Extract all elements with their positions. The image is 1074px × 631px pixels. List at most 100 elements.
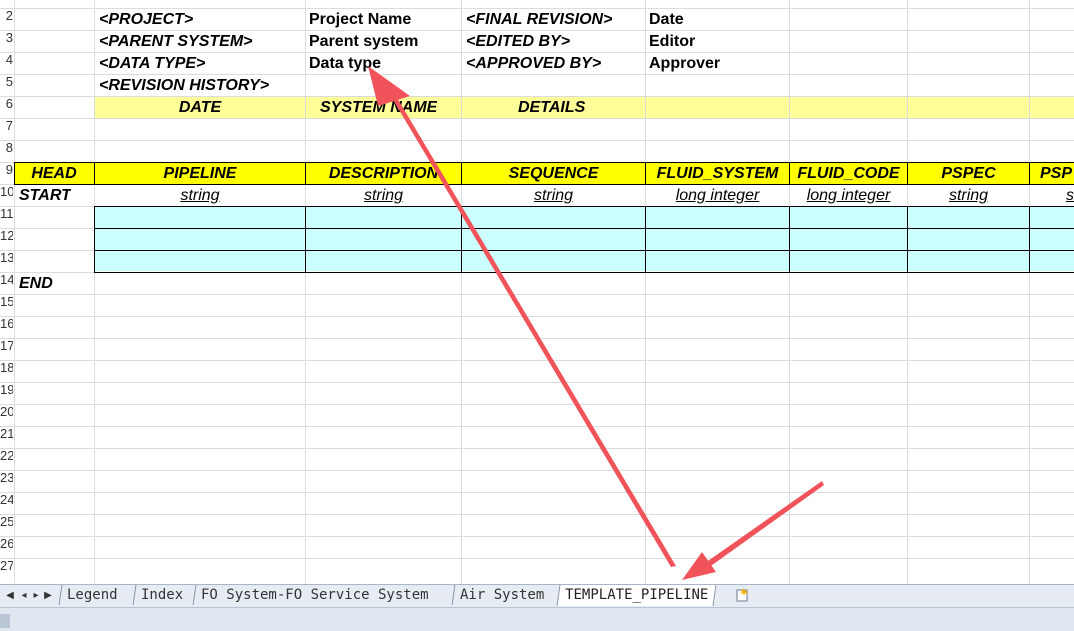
revision-system-name-header[interactable]: SYSTEM NAME	[320, 97, 437, 119]
project-label[interactable]: <PROJECT>	[99, 9, 193, 31]
revision-details-header[interactable]: DETAILS	[518, 97, 585, 119]
data-type-label[interactable]: <DATA TYPE>	[99, 53, 205, 75]
row-number[interactable]: 18	[0, 357, 13, 379]
type-pspec[interactable]: string	[908, 185, 1029, 207]
row-number[interactable]: 10	[0, 181, 13, 203]
tab-template-pipeline[interactable]: TEMPLATE_PIPELINE	[556, 585, 717, 606]
grid-column-line	[305, 0, 306, 584]
prev-sheet-icon[interactable]: ◂	[18, 588, 30, 604]
row-number[interactable]: 3	[0, 27, 13, 49]
revision-date-header[interactable]: DATE	[95, 97, 305, 119]
grid-column-line	[461, 0, 462, 584]
grid-row-line	[0, 558, 1074, 559]
final-revision-value[interactable]: Date	[649, 9, 684, 31]
final-revision-label[interactable]: <FINAL REVISION>	[466, 9, 612, 31]
table-border	[94, 250, 1074, 251]
parent-system-label[interactable]: <PARENT SYSTEM>	[99, 31, 253, 53]
row-number[interactable]: 21	[0, 423, 13, 445]
col-header-fluid-system[interactable]: FLUID_SYSTEM	[646, 163, 789, 185]
parent-system-value[interactable]: Parent system	[309, 31, 418, 53]
row-number[interactable]: 13	[0, 247, 13, 269]
table-border	[14, 162, 15, 185]
grid-column-line	[1029, 0, 1030, 584]
row-number[interactable]: 27	[0, 555, 13, 577]
spreadsheet-grid[interactable]: 2 3 4 5 6 7 8 9 10 11 12 13 14 15 16 17 18 19 20 21 22 23 24 25…	[0, 0, 1074, 584]
col-header-pipeline[interactable]: PIPELINE	[95, 163, 305, 185]
type-description[interactable]: string	[306, 185, 461, 207]
table-border	[789, 206, 790, 273]
row-number[interactable]: 22	[0, 445, 13, 467]
edited-by-value[interactable]: Editor	[649, 31, 695, 53]
row-number[interactable]: 20	[0, 401, 13, 423]
table-border	[1029, 162, 1030, 185]
grid-row-line	[0, 470, 1074, 471]
row-number[interactable]: 23	[0, 467, 13, 489]
type-fluid-system[interactable]: long integer	[646, 185, 789, 207]
type-fluid-code[interactable]: long integer	[790, 185, 907, 207]
table-border	[907, 162, 908, 185]
row-number[interactable]: 26	[0, 533, 13, 555]
edited-by-label[interactable]: <EDITED BY>	[466, 31, 570, 53]
row-number[interactable]: 25	[0, 511, 13, 533]
row-number[interactable]: 16	[0, 313, 13, 335]
grid-column-line	[789, 0, 790, 584]
row-number[interactable]: 12	[0, 225, 13, 247]
col-header-sequence[interactable]: SEQUENCE	[462, 163, 645, 185]
row-number[interactable]: 15	[0, 291, 13, 313]
row-number[interactable]: 7	[0, 115, 13, 137]
tab-fo-system[interactable]: FO System-FO Service System	[192, 585, 436, 605]
row-number[interactable]: 6	[0, 93, 13, 115]
scroll-grip-icon[interactable]	[0, 614, 10, 628]
grid-column-line	[14, 0, 15, 584]
head-label[interactable]: HEAD	[14, 163, 94, 185]
grid-row-line	[0, 382, 1074, 383]
first-sheet-icon[interactable]: ◀	[4, 588, 16, 604]
row-number[interactable]: 24	[0, 489, 13, 511]
type-pipeline[interactable]: string	[95, 185, 305, 207]
tab-legend-label: Legend	[67, 587, 118, 603]
revision-history-label[interactable]: <REVISION HISTORY>	[99, 75, 269, 97]
row-number[interactable]: 19	[0, 379, 13, 401]
col-header-fluid-code[interactable]: FLUID_CODE	[790, 163, 907, 185]
tab-legend[interactable]: Legend	[58, 585, 125, 605]
tab-index[interactable]: Index	[132, 585, 191, 605]
row-number[interactable]: 8	[0, 137, 13, 159]
grid-row-line	[0, 404, 1074, 405]
tab-template-pipeline-label: TEMPLATE_PIPELINE	[565, 587, 709, 603]
row-number[interactable]: 4	[0, 49, 13, 71]
col-header-psp[interactable]: PSP	[1040, 163, 1072, 185]
row-number[interactable]: 9	[0, 159, 13, 181]
row-number[interactable]: 2	[0, 5, 13, 27]
last-sheet-icon[interactable]: ▶	[42, 588, 54, 604]
type-psp[interactable]: s	[1066, 185, 1074, 207]
arrow-short-head	[682, 552, 716, 580]
row-number[interactable]: 5	[0, 71, 13, 93]
start-label[interactable]: START	[19, 185, 71, 207]
data-type-value[interactable]: Data type	[309, 53, 381, 75]
arrow-short-shaft	[705, 481, 824, 568]
grid-column-line	[645, 0, 646, 584]
table-border	[645, 206, 646, 273]
table-border	[14, 162, 1074, 163]
table-border	[789, 162, 790, 185]
tab-fo-system-label: FO System-FO Service System	[201, 587, 429, 603]
row-number[interactable]: 11	[0, 203, 13, 225]
grid-column-line	[94, 0, 95, 584]
insert-sheet-icon[interactable]	[734, 587, 752, 603]
tab-air-system[interactable]: Air System	[451, 585, 552, 605]
approved-by-label[interactable]: <APPROVED BY>	[466, 53, 601, 75]
type-sequence[interactable]: string	[462, 185, 645, 207]
row-number[interactable]: 17	[0, 335, 13, 357]
project-value[interactable]: Project Name	[309, 9, 411, 31]
col-header-description[interactable]: DESCRIPTION	[306, 163, 461, 185]
table-border	[305, 206, 306, 273]
grid-row-line	[0, 294, 1074, 295]
table-border	[461, 162, 462, 185]
grid-row-line	[0, 338, 1074, 339]
approved-by-value[interactable]: Approver	[649, 53, 720, 75]
end-label[interactable]: END	[19, 273, 53, 295]
next-sheet-icon[interactable]: ▸	[30, 588, 42, 604]
row-number[interactable]: 14	[0, 269, 13, 291]
arrow-long-shaft	[386, 86, 676, 567]
col-header-pspec[interactable]: PSPEC	[908, 163, 1029, 185]
